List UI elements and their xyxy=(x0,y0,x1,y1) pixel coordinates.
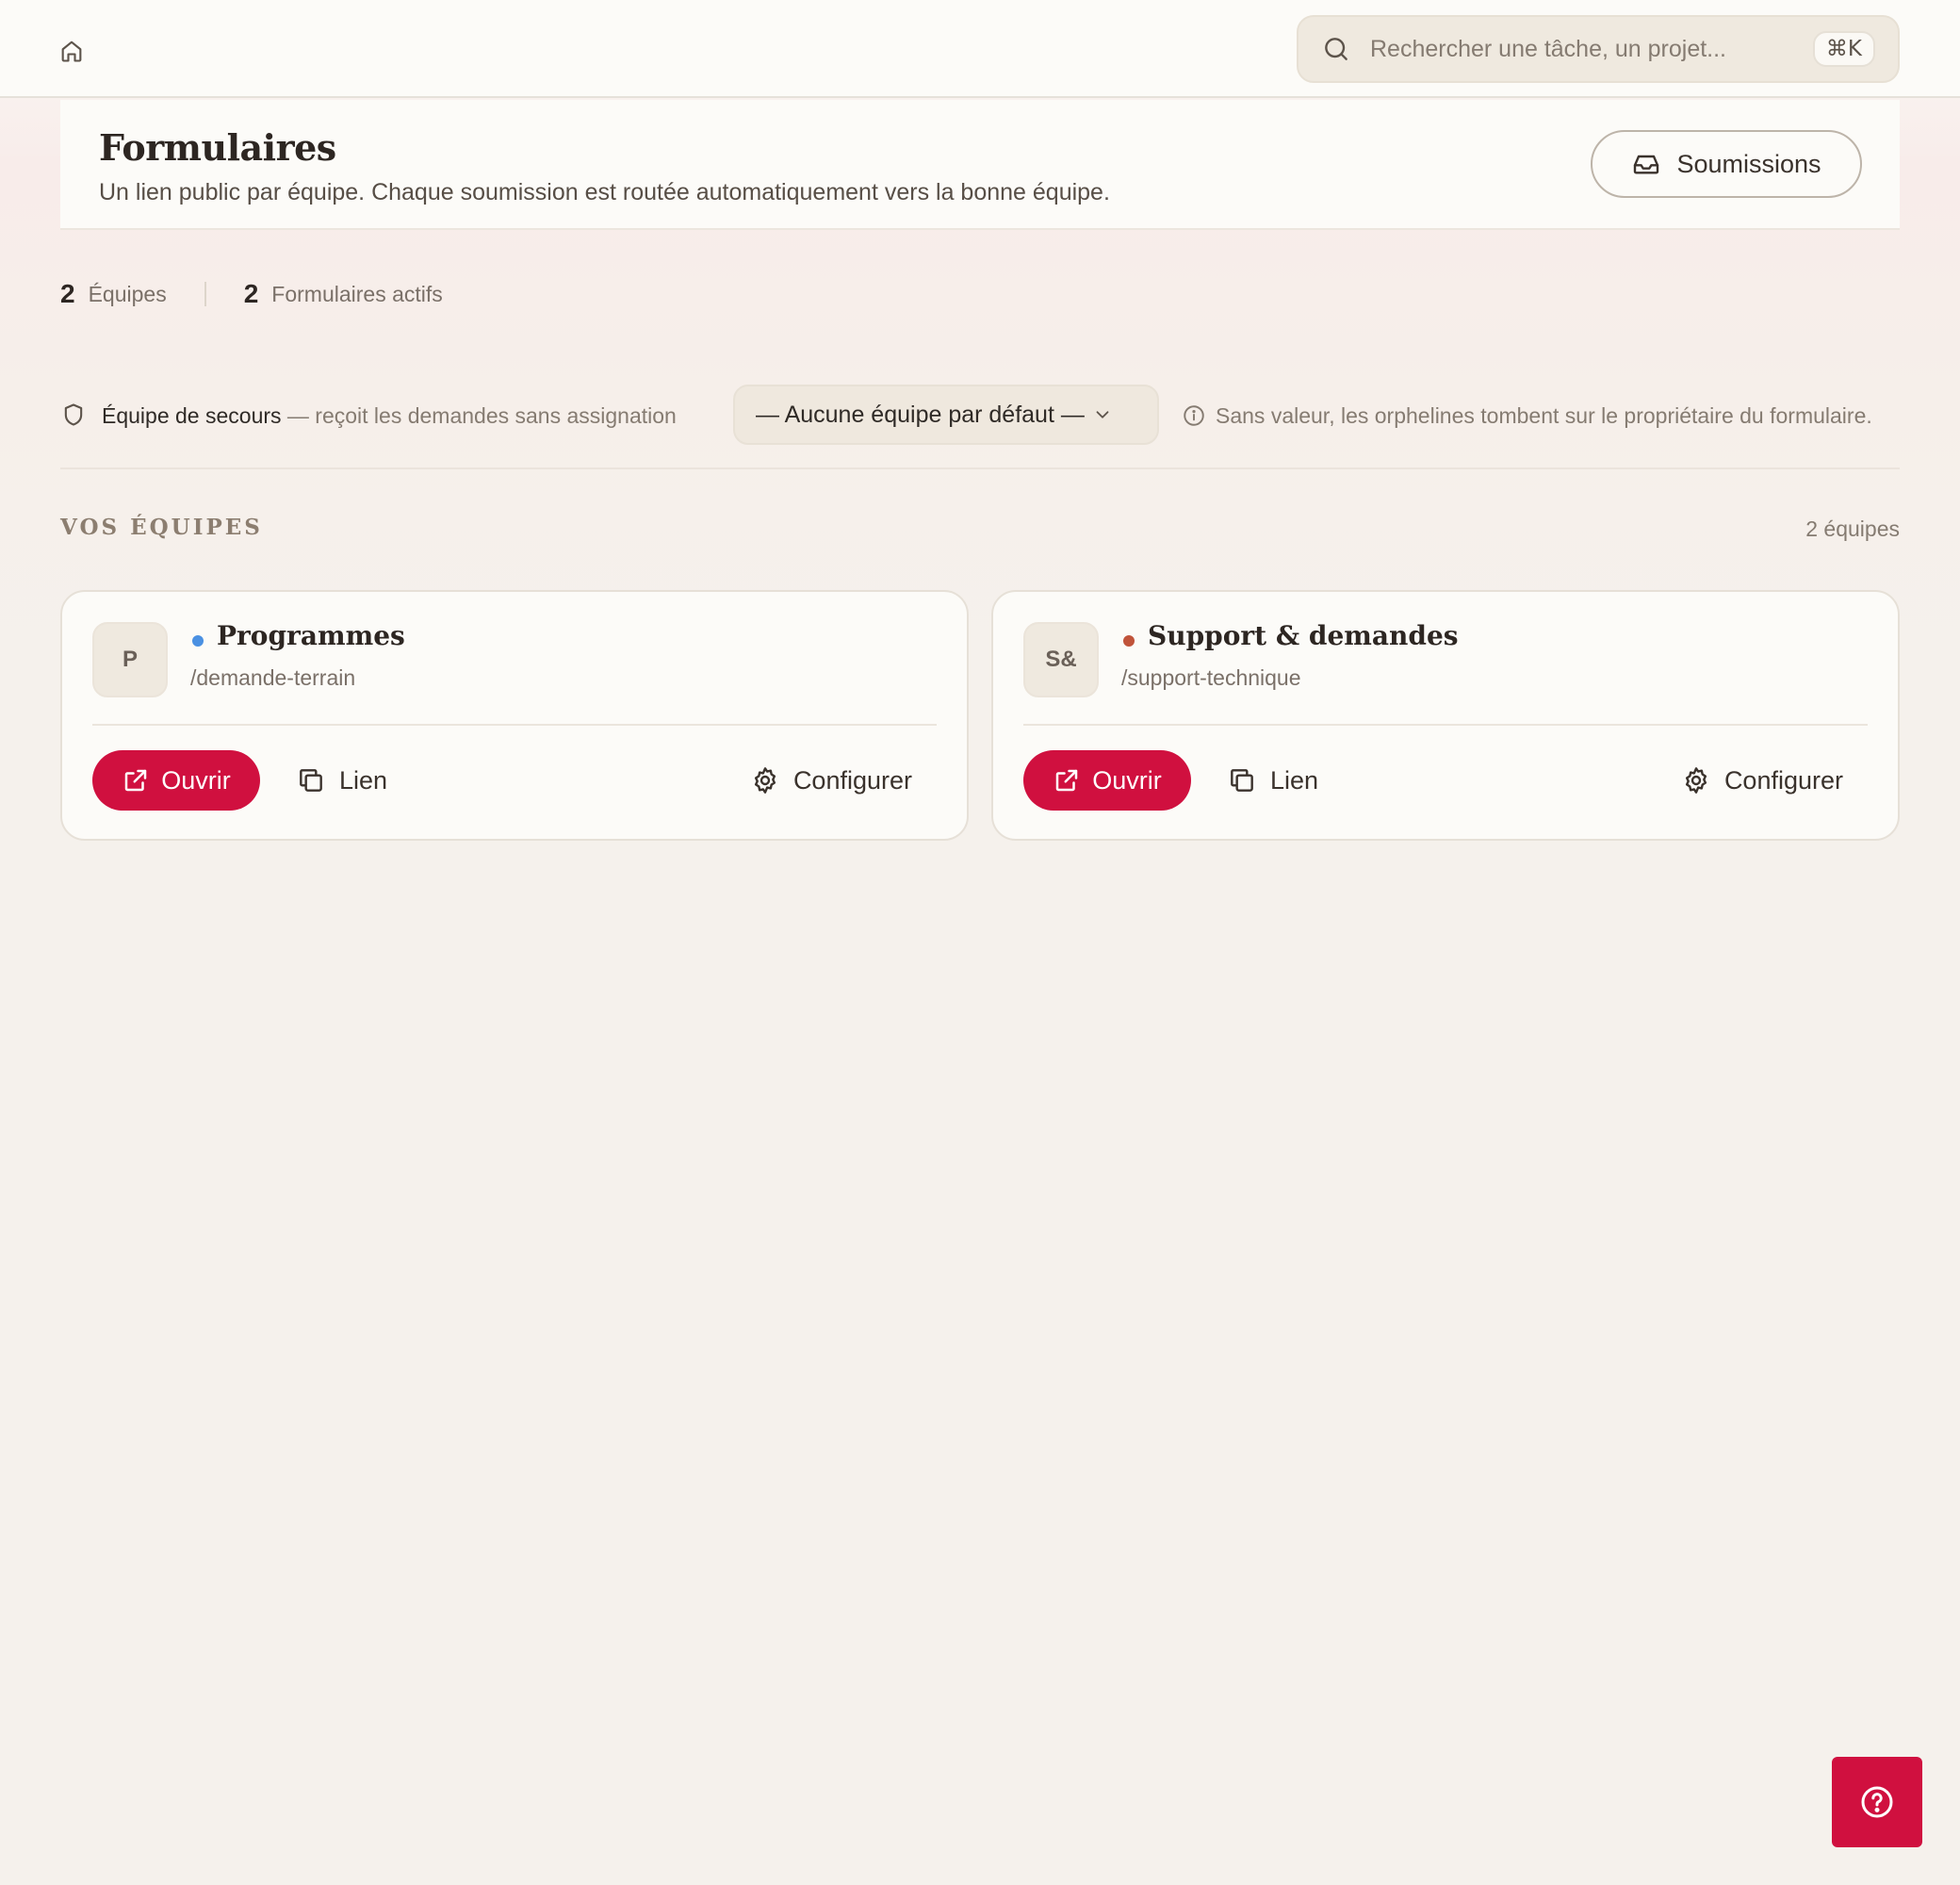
submissions-button[interactable]: Soumissions xyxy=(1591,130,1862,198)
search-shortcut-badge: ⌘K xyxy=(1812,31,1875,67)
page-background xyxy=(0,0,1960,660)
copy-icon xyxy=(1231,769,1253,792)
submissions-button-label: Soumissions xyxy=(1676,149,1821,178)
gear-icon xyxy=(1685,767,1707,794)
help-circle-icon xyxy=(1861,1786,1893,1818)
teams-count-label: Équipes xyxy=(88,281,167,306)
copy-link-button[interactable]: Lien xyxy=(296,756,387,805)
open-form-label: Ouvrir xyxy=(1092,765,1162,795)
copy-link-label: Lien xyxy=(1270,765,1319,795)
active-forms-value: 2 xyxy=(243,279,259,308)
configure-label: Configurer xyxy=(792,765,912,795)
page-title: Formulaires xyxy=(99,126,336,169)
teams-section-count: 2 équipes xyxy=(1805,516,1900,541)
team-card-support: S& Support & demandes /support-technique… xyxy=(991,590,1900,841)
fallback-team-row: Équipe de secours — reçoit les demandes … xyxy=(60,385,1900,469)
teams-section-header: VOS ÉQUIPES 2 équipes xyxy=(60,515,1900,549)
open-form-label: Ouvrir xyxy=(161,765,231,795)
team-status-dot xyxy=(192,635,204,647)
team-card-programmes: P Programmes /demande-terrain Ouvrir Lie… xyxy=(60,590,969,841)
team-name: Programmes xyxy=(217,620,405,651)
inbox-icon xyxy=(1634,155,1659,174)
team-avatar: S& xyxy=(1023,622,1099,697)
configure-button[interactable]: Configurer xyxy=(1681,756,1843,805)
fallback-note: Sans valeur, les orphelines tombent sur … xyxy=(1216,403,1872,428)
team-slug: /support-technique xyxy=(1121,665,1301,690)
active-forms-label: Formulaires actifs xyxy=(271,281,443,306)
configure-label: Configurer xyxy=(1723,765,1843,795)
help-button[interactable] xyxy=(1832,1757,1922,1847)
fallback-select-value: — Aucune équipe par défaut — xyxy=(756,401,1085,428)
fallback-team-select[interactable]: — Aucune équipe par défaut — xyxy=(733,385,1159,445)
stats-row: 2 Équipes 2 Formulaires actifs xyxy=(60,279,443,309)
fallback-label: Équipe de secours — reçoit les demandes … xyxy=(102,403,677,429)
card-divider xyxy=(1023,724,1868,726)
teams-count-value: 2 xyxy=(60,279,75,308)
top-bar: Rechercher une tâche, un projet... ⌘K xyxy=(0,0,1960,98)
search-bar[interactable]: Rechercher une tâche, un projet... ⌘K xyxy=(1297,15,1900,83)
stats-divider xyxy=(204,282,206,306)
external-link-icon xyxy=(125,769,147,792)
chevron-down-icon xyxy=(1096,411,1109,418)
search-input[interactable]: Rechercher une tâche, un projet... xyxy=(1370,36,1813,63)
shield-icon xyxy=(60,402,87,428)
page-subtitle: Un lien public par équipe. Chaque soumis… xyxy=(99,179,1110,205)
copy-icon xyxy=(300,769,322,792)
page-header: Formulaires Un lien public par équipe. C… xyxy=(60,100,1900,230)
copy-link-label: Lien xyxy=(339,765,388,795)
team-slug: /demande-terrain xyxy=(190,665,356,690)
search-icon xyxy=(1325,38,1348,60)
gear-icon xyxy=(754,767,776,794)
home-icon[interactable] xyxy=(58,38,85,64)
fallback-description: — reçoit les demandes sans assignation xyxy=(281,403,677,428)
copy-link-button[interactable]: Lien xyxy=(1227,756,1318,805)
open-form-button[interactable]: Ouvrir xyxy=(1023,750,1191,811)
info-icon xyxy=(1182,403,1206,428)
teams-section-title: VOS ÉQUIPES xyxy=(60,515,263,540)
card-divider xyxy=(92,724,937,726)
external-link-icon xyxy=(1056,769,1078,792)
open-form-button[interactable]: Ouvrir xyxy=(92,750,260,811)
configure-button[interactable]: Configurer xyxy=(750,756,912,805)
team-status-dot xyxy=(1123,635,1135,647)
fallback-title: Équipe de secours xyxy=(102,403,282,428)
team-name: Support & demandes xyxy=(1148,620,1459,651)
team-avatar: P xyxy=(92,622,168,697)
